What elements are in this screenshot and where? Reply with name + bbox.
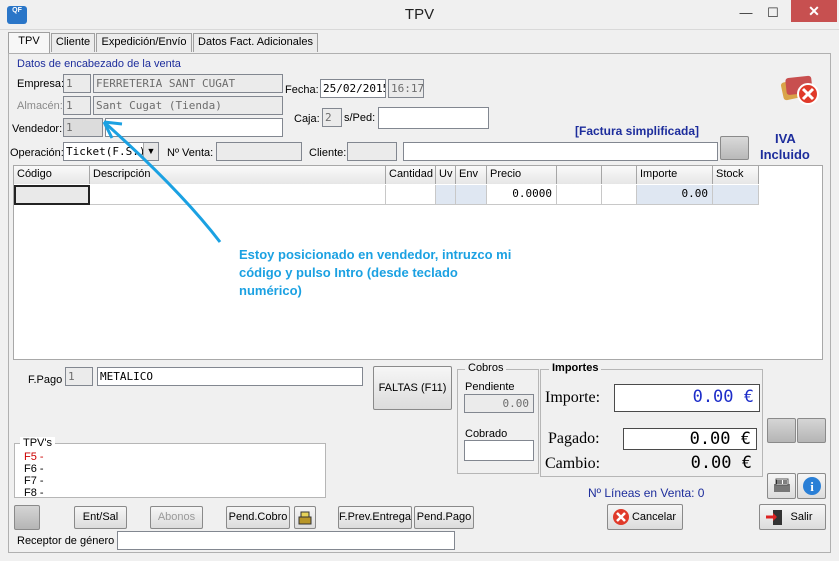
cell-importe[interactable]: 0.00 <box>637 185 713 205</box>
annotation-line-1: Estoy posicionado en vendedor, intruzco … <box>239 247 512 262</box>
receptor-field[interactable] <box>117 531 455 550</box>
col-uv[interactable]: Uv <box>436 166 456 184</box>
window-title: TPV <box>404 6 435 23</box>
empresa-name-field: FERRETERIA SANT CUGAT <box>93 74 283 93</box>
cancelar-button[interactable]: Cancelar <box>607 504 683 530</box>
importes-title: Importes <box>549 362 602 374</box>
tab-datos-fact[interactable]: Datos Fact. Adicionales <box>193 33 318 52</box>
cell-uv[interactable] <box>436 185 456 205</box>
almacen-label: Almacén: <box>17 100 63 112</box>
cell-cantidad[interactable] <box>386 185 436 205</box>
fecha-label: Fecha: <box>285 84 319 96</box>
fpago-name-field: METALICO <box>97 367 363 386</box>
annotation-arrow <box>102 120 222 243</box>
iva-label-line2: Incluido <box>760 147 810 162</box>
blank-action-button[interactable] <box>14 505 40 530</box>
cell-env[interactable] <box>456 185 487 205</box>
annotation-line-3: numérico) <box>239 283 302 298</box>
operacion-label: Operación: <box>10 147 64 159</box>
lineas-count: Nº Líneas en Venta: 0 <box>588 486 705 500</box>
salir-button[interactable]: Salir <box>759 504 826 530</box>
ent-sal-button[interactable]: Ent/Sal <box>74 506 127 529</box>
cash-register-icon[interactable] <box>294 506 316 529</box>
info-icon[interactable]: i <box>797 473 826 499</box>
cobrado-field[interactable] <box>464 440 534 461</box>
section-title: Datos de encabezado de la venta <box>17 58 181 70</box>
tpv-f7[interactable]: F7 - <box>24 475 44 487</box>
annotation-line-2: código y pulso Intro (desde teclado <box>239 265 458 280</box>
faltas-button[interactable]: FALTAS (F11) <box>373 366 452 410</box>
cell-blank-2[interactable] <box>602 185 637 205</box>
importe-label: Importe: <box>545 389 601 406</box>
exit-door-icon <box>766 510 782 525</box>
pend-pago-button[interactable]: Pend.Pago <box>414 506 474 529</box>
tpv-f6[interactable]: F6 - <box>24 463 44 475</box>
barcode-printer-icon[interactable] <box>767 473 796 499</box>
pendiente-field: 0.00 <box>464 394 534 413</box>
tpv-f8[interactable]: F8 - <box>24 487 44 499</box>
pend-cobro-button[interactable]: Pend.Cobro <box>226 506 290 529</box>
cambio-label: Cambio: <box>545 455 601 472</box>
cell-blank-1[interactable] <box>557 185 602 205</box>
col-blank-1[interactable] <box>557 166 602 184</box>
fpago-code-field[interactable]: 1 <box>65 367 93 386</box>
pagado-label: Pagado: <box>548 430 600 447</box>
salir-label: Salir <box>790 511 813 523</box>
tpvs-group <box>14 443 326 498</box>
iva-toggle-button[interactable] <box>720 136 749 160</box>
col-codigo[interactable]: Código <box>14 166 90 184</box>
prev-entrega-button[interactable]: F.Prev.Entrega <box>338 506 412 529</box>
cell-precio[interactable]: 0.0000 <box>487 185 557 205</box>
cobrado-label: Cobrado <box>465 428 508 440</box>
cell-stock[interactable] <box>713 185 759 205</box>
svg-text:i: i <box>810 479 814 494</box>
tab-expedicion[interactable]: Expedición/Envío <box>96 33 192 52</box>
cell-codigo[interactable] <box>14 185 90 205</box>
cancelar-label: Cancelar <box>631 511 677 523</box>
col-env[interactable]: Env <box>456 166 487 184</box>
cancel-icon <box>613 509 629 525</box>
importe-total: 0.00 € <box>614 384 760 412</box>
tab-tpv[interactable]: TPV <box>8 32 50 53</box>
col-cantidad[interactable]: Cantidad <box>386 166 436 184</box>
cliente-code-field[interactable] <box>347 142 397 161</box>
pagado-field[interactable]: 0.00 € <box>623 428 757 450</box>
empresa-code-field[interactable]: 1 <box>63 74 91 93</box>
abonos-button[interactable]: Abonos <box>150 506 203 529</box>
factura-simplificada-label: [Factura simplificada] <box>575 124 700 138</box>
fpago-label: F.Pago <box>28 374 63 386</box>
caja-field: 2 <box>322 108 342 127</box>
fecha-field[interactable]: 25/02/2015 <box>320 79 386 98</box>
almacen-code-field[interactable]: 1 <box>63 96 91 115</box>
cobros-title: Cobros <box>465 362 507 374</box>
cambio-value: 0.00 € <box>690 453 752 473</box>
side-button-right[interactable] <box>797 418 826 443</box>
vendedor-label: Vendedor: <box>12 123 63 135</box>
cliente-name-field[interactable] <box>403 142 718 161</box>
tpv-f5[interactable]: F5 - <box>24 451 44 463</box>
tpvs-title: TPV's <box>20 437 55 449</box>
side-button-left[interactable] <box>767 418 796 443</box>
hora-field: 16:17 <box>388 79 424 98</box>
col-precio[interactable]: Precio <box>487 166 557 184</box>
col-stock[interactable]: Stock <box>713 166 759 184</box>
credit-card-cancel-icon[interactable] <box>778 74 824 108</box>
empresa-label: Empresa: <box>17 78 65 90</box>
caja-label: Caja: <box>294 113 320 125</box>
tab-cliente[interactable]: Cliente <box>51 33 95 52</box>
iva-label-line1: IVA <box>775 131 796 146</box>
col-importe[interactable]: Importe <box>637 166 713 184</box>
minimize-button[interactable]: — <box>733 4 759 24</box>
receptor-label: Receptor de género <box>17 535 115 547</box>
pendiente-label: Pendiente <box>465 381 515 393</box>
maximize-button[interactable]: ☐ <box>760 4 786 24</box>
close-window-button[interactable]: ✕ <box>791 0 837 22</box>
col-blank-2[interactable] <box>602 166 637 184</box>
sped-label: s/Ped: <box>344 112 376 124</box>
cliente-label: Cliente: <box>309 147 347 159</box>
sped-field[interactable] <box>378 107 489 129</box>
